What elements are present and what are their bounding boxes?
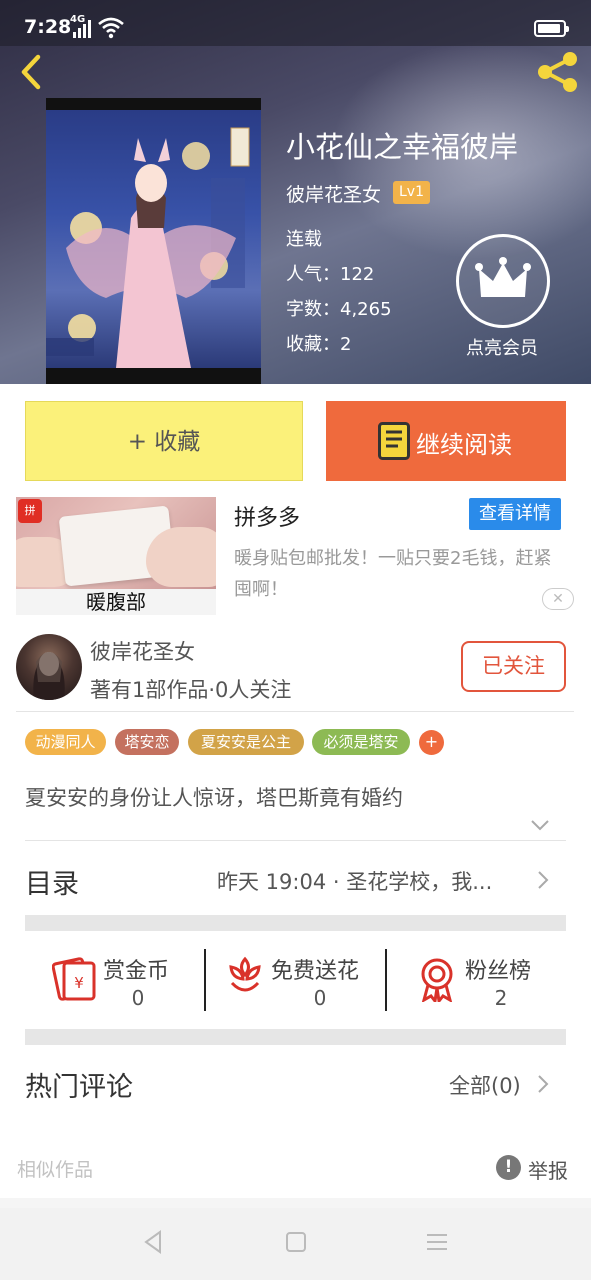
vertical-divider: [385, 949, 387, 1011]
book-favorites: 收藏：2: [286, 334, 352, 355]
report-icon[interactable]: !: [496, 1155, 521, 1180]
vip-label[interactable]: 点亮会员: [440, 334, 564, 360]
book-status: 连载: [286, 229, 322, 250]
tag-item[interactable]: 夏安安是公主: [188, 729, 304, 755]
catalog-title[interactable]: 目录: [25, 862, 79, 901]
tag-item[interactable]: 动漫同人: [25, 729, 106, 755]
author-level-badge: Lv1: [393, 181, 430, 204]
collect-button[interactable]: + 收藏: [25, 401, 303, 481]
cover-illustration: [46, 127, 250, 368]
flower-icon[interactable]: [222, 953, 268, 999]
book-icon: [378, 422, 410, 460]
reward-coin-label[interactable]: 赏金币: [103, 953, 169, 985]
book-popularity: 人气：122: [286, 264, 375, 285]
reward-flower-value: 0: [313, 986, 327, 1010]
ribbon-medal-icon[interactable]: [414, 956, 460, 1002]
section-separator: [25, 915, 566, 931]
ad-close-icon[interactable]: ✕: [542, 588, 574, 610]
tag-item[interactable]: 塔安恋: [115, 729, 179, 755]
status-time: 7:28: [24, 16, 72, 38]
chevron-right-icon[interactable]: [537, 1074, 549, 1094]
hot-comments-title: 热门评论: [25, 1072, 133, 1103]
reward-coin-value: 0: [131, 986, 145, 1010]
continue-reading-label: 继续阅读: [416, 431, 512, 459]
all-comments-link[interactable]: 全部(0): [449, 1070, 521, 1100]
tag-item[interactable]: 必须是塔安: [312, 729, 410, 755]
book-summary: 夏安安的身份让人惊讶，塔巴斯竟有婚约: [25, 786, 403, 810]
author-stats: 著有1部作品·0人关注: [90, 678, 292, 702]
signal-icon: [73, 20, 91, 38]
fans-ranking-value: 2: [494, 986, 508, 1010]
author-avatar[interactable]: [16, 634, 82, 700]
chevron-down-icon[interactable]: [530, 818, 550, 832]
reward-flower-label[interactable]: 免费送花: [271, 953, 359, 985]
wifi-icon: [98, 17, 124, 39]
coin-envelope-icon[interactable]: ¥: [52, 955, 98, 1001]
status-bar: 7:28 4G: [0, 0, 591, 46]
svg-text:¥: ¥: [74, 974, 84, 992]
tag-more-button[interactable]: +: [419, 730, 444, 755]
report-button[interactable]: 举报: [528, 1155, 568, 1184]
follow-button[interactable]: 已关注: [461, 641, 566, 692]
book-title: 小花仙之幸福彼岸: [286, 130, 519, 164]
divider: [16, 711, 574, 712]
fans-ranking-label[interactable]: 粉丝榜: [465, 953, 531, 985]
ad-advertiser[interactable]: 拼多多: [234, 500, 300, 532]
battery-icon: [534, 20, 569, 37]
vertical-divider: [204, 949, 206, 1011]
chevron-right-icon[interactable]: [537, 870, 549, 890]
ad-detail-button[interactable]: 查看详情: [469, 498, 561, 530]
vip-button[interactable]: [456, 234, 550, 328]
nav-home-icon[interactable]: [282, 1228, 310, 1256]
ad-caption: 暖腹部: [16, 589, 216, 615]
back-icon[interactable]: [14, 52, 50, 92]
author-name[interactable]: 彼岸花圣女: [90, 636, 195, 666]
continue-reading-button[interactable]: 继续阅读: [326, 401, 566, 481]
share-icon[interactable]: [534, 50, 582, 94]
nav-back-icon[interactable]: [140, 1228, 168, 1256]
book-cover[interactable]: [46, 98, 261, 384]
book-author[interactable]: 彼岸花圣女: [286, 180, 381, 207]
divider: [25, 840, 566, 841]
book-header: 7:28 4G 小花仙之幸福彼岸 彼岸花圣女 Lv1 连载 人气：122 字数：…: [0, 0, 591, 384]
book-word-count: 字数：4,265: [286, 299, 392, 320]
nav-menu-icon[interactable]: [423, 1228, 451, 1256]
ad-description[interactable]: 暖身贴包邮批发！一贴只要2毛钱，赶紧囤啊！: [234, 543, 564, 605]
ad-image[interactable]: 拼 暖腹部: [16, 497, 216, 615]
similar-works-label: 相似作品: [17, 1159, 94, 1181]
crown-icon: [475, 257, 531, 297]
ad-logo: 拼: [18, 499, 42, 523]
section-separator: [25, 1029, 566, 1045]
catalog-latest-update[interactable]: 昨天 19:04 · 圣花学校，我...: [217, 866, 517, 896]
